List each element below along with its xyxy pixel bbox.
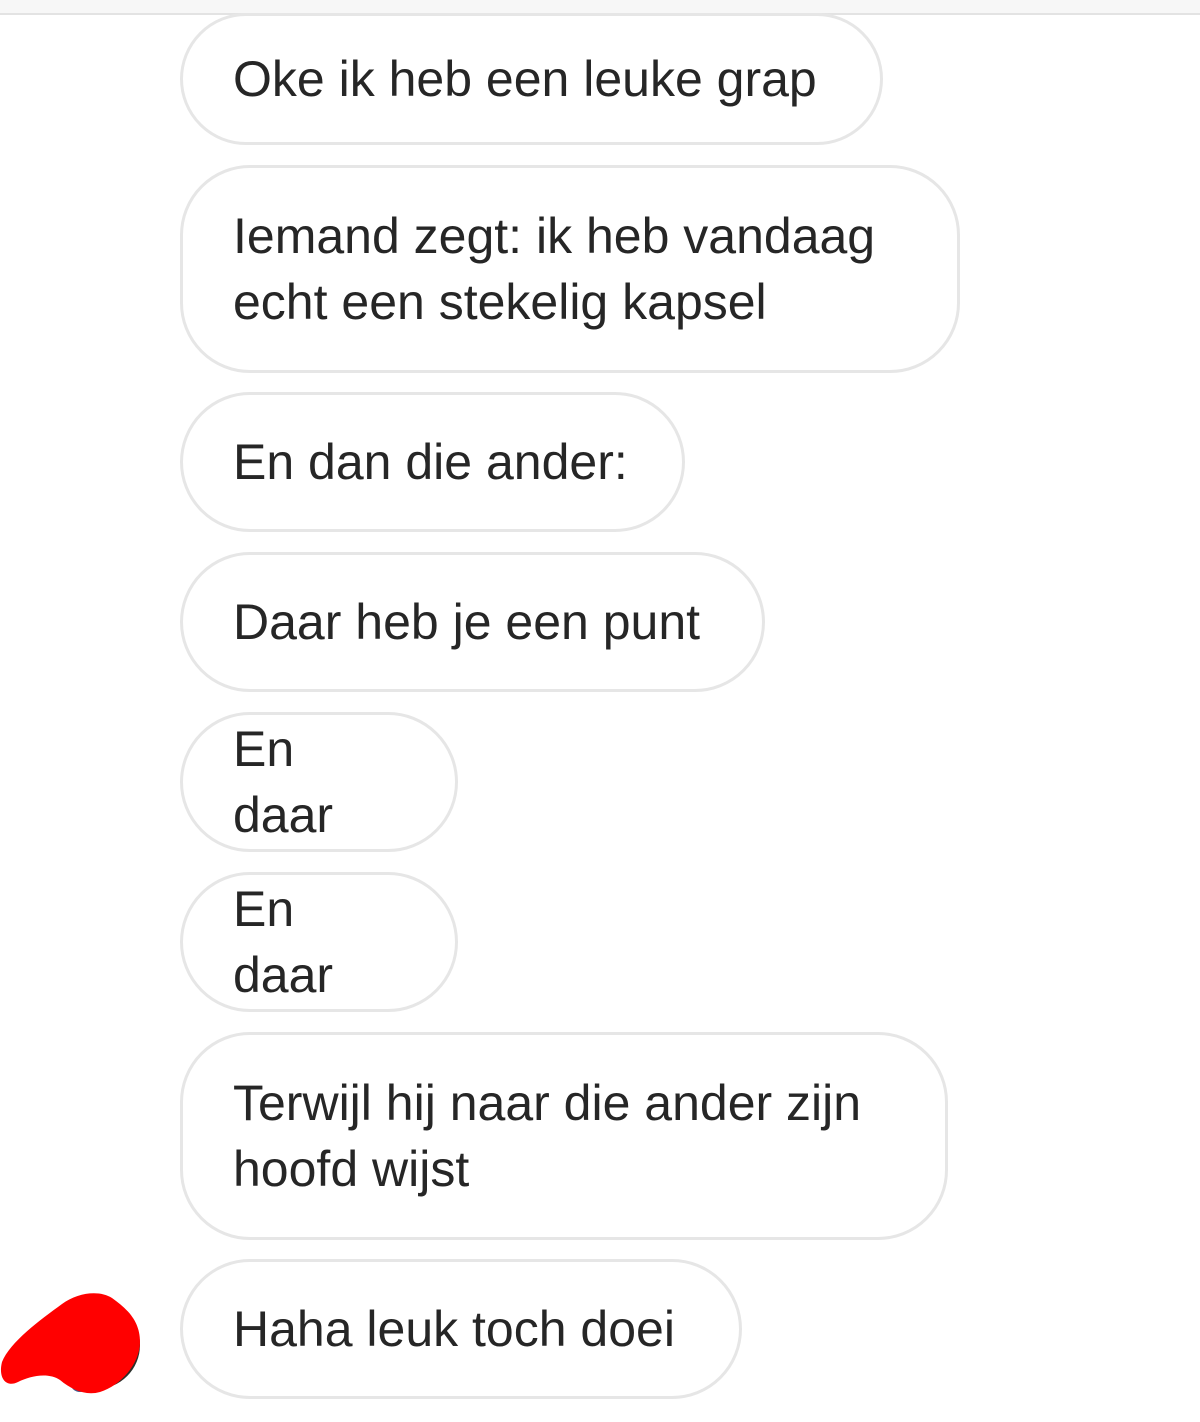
message-text: Daar heb je een punt [233, 594, 701, 650]
message-text: En daar [233, 881, 334, 1003]
message-bubble[interactable]: Daar heb je een punt [180, 552, 765, 692]
message-bubble[interactable]: En daar [180, 872, 458, 1012]
message-bubble[interactable]: Haha leuk toch doei [180, 1259, 742, 1399]
message-text: En dan die ander: [233, 434, 628, 490]
message-text: Haha leuk toch doei [233, 1301, 675, 1357]
redacted-avatar-icon[interactable] [0, 1290, 145, 1400]
message-bubble[interactable]: En dan die ander: [180, 392, 685, 532]
message-bubble[interactable]: Oke ik heb een leuke grap [180, 13, 883, 145]
message-text: Iemand zegt: ik heb vandaag echt een ste… [233, 208, 876, 330]
message-bubble[interactable]: Terwijl hij naar die ander zijn hoofd wi… [180, 1032, 948, 1240]
message-text: En daar [233, 721, 334, 843]
message-bubble[interactable]: En daar [180, 712, 458, 852]
message-text: Oke ik heb een leuke grap [233, 51, 817, 107]
message-text: Terwijl hij naar die ander zijn hoofd wi… [233, 1075, 862, 1197]
chat-screen: Oke ik heb een leuke grap Iemand zegt: i… [0, 0, 1200, 1422]
message-bubble[interactable]: Iemand zegt: ik heb vandaag echt een ste… [180, 165, 960, 373]
